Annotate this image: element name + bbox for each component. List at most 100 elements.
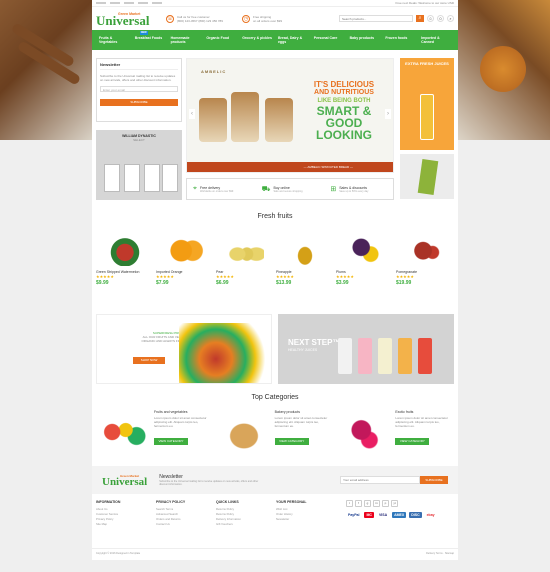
- category-list: Fruits and vegetables Lorem ipsum dolor …: [96, 408, 454, 454]
- product-price: $7.99: [156, 280, 169, 286]
- background-right-spices: [458, 0, 550, 140]
- product-card[interactable]: Pomegranate ★★★★★ $19.99: [396, 228, 454, 303]
- top-bar: Free next Deals: Welcome to our store US…: [92, 0, 458, 7]
- pineapple-image: [286, 232, 324, 266]
- payment-methods: PayPal MC VISA AMEX DISC ebay: [346, 512, 437, 518]
- newsletter-email-input[interactable]: [340, 476, 420, 484]
- logo-title: Universal: [96, 12, 150, 28]
- search-icon[interactable]: ⌕: [447, 15, 454, 22]
- nav-item-homemade[interactable]: Homemade products: [168, 30, 204, 50]
- footer-col-privacy: PRIVACY POLICY Search Terms Advanced Sea…: [156, 500, 212, 527]
- juice-banner[interactable]: EXTRA FRESH JUICES: [400, 58, 454, 150]
- linkedin-icon[interactable]: in: [373, 500, 380, 507]
- product-card[interactable]: Green Stripped Watermelon ★★★★★ $9.99: [96, 228, 154, 303]
- dragon-fruit-image: [337, 412, 392, 452]
- sidebar-subscribe-button[interactable]: SUBSCRIBE: [100, 99, 178, 106]
- category-card[interactable]: Fruits and vegetables Lorem ipsum dolor …: [96, 408, 213, 454]
- search-button[interactable]: ⌕: [416, 15, 424, 22]
- twitter-icon[interactable]: t: [346, 500, 353, 507]
- footer-link[interactable]: Gift Vouchers: [216, 522, 272, 527]
- nav-item-imported[interactable]: Imported & Canned: [418, 30, 454, 50]
- nav-item-breakfast[interactable]: NEW Breakfast Foods: [132, 30, 168, 50]
- copyright-text: Copyright © 2016 Designed in Template: [96, 552, 141, 555]
- chips-pack-image: [417, 159, 439, 195]
- fresh-fruits-title: Fresh fruits: [257, 213, 293, 220]
- juice-bottle-image: [398, 338, 412, 374]
- nav-item-personal-care[interactable]: Personal Care: [311, 30, 347, 50]
- pomegranate-image: [406, 232, 444, 266]
- hero-brand: AMBELIC: [201, 69, 227, 74]
- category-desc: Lorem ipsum dolor sit amet consectetur a…: [154, 416, 207, 428]
- promo-banner-fresh[interactable]: SUPERFRESH PRODUCTS ALL OUR FRUITS AND VE…: [96, 314, 272, 384]
- google-plus-icon[interactable]: g: [364, 500, 371, 507]
- feature-sub: Safe and secure shopping: [273, 189, 303, 193]
- discover-icon: DISC: [409, 512, 422, 518]
- nav-item-frozen[interactable]: Frozen foods: [382, 30, 418, 50]
- footer-col-information: INFORMATION About Us Customer Service Pr…: [96, 500, 152, 527]
- promo-banner-juices[interactable]: NEXT STEP™ HEALTHY JUICES: [278, 314, 454, 384]
- footer-logo[interactable]: Green Market Universal: [102, 474, 147, 488]
- pinterest-icon[interactable]: p: [382, 500, 389, 507]
- category-desc: Lorem ipsum dolor sit amet consectetur a…: [274, 416, 328, 428]
- product-pack-image: [124, 164, 140, 192]
- hero-slider[interactable]: AMBELIC IT'S DELICIOUS AND NUTRITIOUS LI…: [186, 58, 394, 173]
- top-links[interactable]: [96, 2, 162, 4]
- sidebar-email-input[interactable]: Enter your email: [100, 86, 178, 92]
- spice-bowl-image: [480, 46, 526, 92]
- nav-item-baby[interactable]: Baby products: [347, 30, 383, 50]
- sidebar-newsletter-title: Newsletter: [100, 62, 178, 70]
- sidebar-banner[interactable]: WILLIAM DYNASTIC SELECT: [96, 130, 182, 200]
- product-card[interactable]: Pineapple ★★★★★ $13.99: [276, 228, 334, 303]
- footer-col-quick-links: QUICK LINKS Returns Policy Returns Polic…: [216, 500, 272, 527]
- user-icon[interactable]: ☺: [427, 15, 434, 22]
- newsletter-subscribe-button[interactable]: SUBSCRIBE: [420, 476, 448, 484]
- footer: INFORMATION About Us Customer Service Pr…: [96, 500, 454, 527]
- search-area: ⌕ ☺ 0 ⌕: [339, 15, 454, 22]
- cart-count[interactable]: 0: [437, 15, 444, 22]
- chevron-right-icon[interactable]: ›: [385, 109, 391, 119]
- watermelon-image: [106, 232, 144, 266]
- search-input[interactable]: [339, 15, 413, 22]
- sidebar-banner-sub: SELECT: [133, 138, 145, 142]
- chips-banner[interactable]: [400, 154, 454, 199]
- newsletter-form: SUBSCRIBE: [340, 476, 448, 484]
- location-pin-icon: ⌖: [193, 185, 197, 192]
- chevron-left-icon[interactable]: ‹: [189, 109, 195, 119]
- product-card[interactable]: Imported Orange ★★★★★ $7.99: [156, 228, 214, 303]
- footer-link[interactable]: Contact Us: [156, 522, 212, 527]
- promo2-title: NEXT STEP™: [288, 338, 341, 347]
- view-category-button[interactable]: VIEW CATEGORY: [395, 438, 430, 445]
- clock-icon: ◷: [242, 14, 250, 23]
- view-category-button[interactable]: VIEW CATEGORY: [154, 438, 188, 445]
- nav-item-organic[interactable]: Organic Food: [203, 30, 239, 50]
- hero-line: AND NUTRITIOUS: [314, 89, 374, 96]
- bread-image: [265, 98, 293, 142]
- category-card[interactable]: Bakery products Lorem ipsum dolor sit am…: [216, 408, 334, 454]
- youtube-icon[interactable]: yt: [391, 500, 398, 507]
- footer-social-pay: t f g in p yt PayPal MC VISA AMEX DISC e…: [336, 500, 437, 527]
- product-card[interactable]: Plums ★★★★★ $3.99: [336, 228, 394, 303]
- bottom-links[interactable]: Delivery Terms · Sitemap: [426, 552, 454, 555]
- feature-online: ⛟ Buy online Safe and secure shopping: [256, 179, 325, 199]
- view-category-button[interactable]: VIEW CATEGORY: [274, 438, 309, 445]
- category-name: Fruits and vegetables: [154, 410, 188, 414]
- facebook-icon[interactable]: f: [355, 500, 362, 507]
- shop-now-button[interactable]: SHOP NOW: [133, 357, 165, 364]
- site-logo[interactable]: Green Market Universal: [96, 12, 160, 28]
- nav-item-fruits[interactable]: Fruits & Vegetables: [96, 30, 132, 50]
- category-card[interactable]: Exotic fruits Lorem ipsum dolor sit amet…: [337, 408, 454, 454]
- product-card[interactable]: Pear ★★★★★ $6.99: [216, 228, 274, 303]
- paypal-icon: PayPal: [348, 513, 360, 517]
- nav-item-grocery[interactable]: Grocery & pickles: [239, 30, 275, 50]
- hero-bar: — AMBELIC SPROUTED BREAD —: [187, 162, 393, 172]
- footer-link[interactable]: Site Map: [96, 522, 152, 527]
- footer-link[interactable]: Newsletter: [276, 517, 332, 522]
- currency-select[interactable]: USD: [448, 1, 454, 5]
- contact-shipping: ◷ Free shipping on all orders over $99: [242, 14, 312, 23]
- nav-item-bread[interactable]: Bread, Dairy & eggs: [275, 30, 311, 50]
- contact-value: (800) 123-4567 (800) 123 456 789: [177, 18, 223, 23]
- category-name: Exotic fruits: [395, 410, 414, 414]
- header: Green Market Universal ☏ Call us for fre…: [92, 7, 458, 30]
- juice-banner-title: EXTRA FRESH JUICES: [405, 61, 449, 66]
- top-categories-title: Top Categories: [251, 394, 299, 401]
